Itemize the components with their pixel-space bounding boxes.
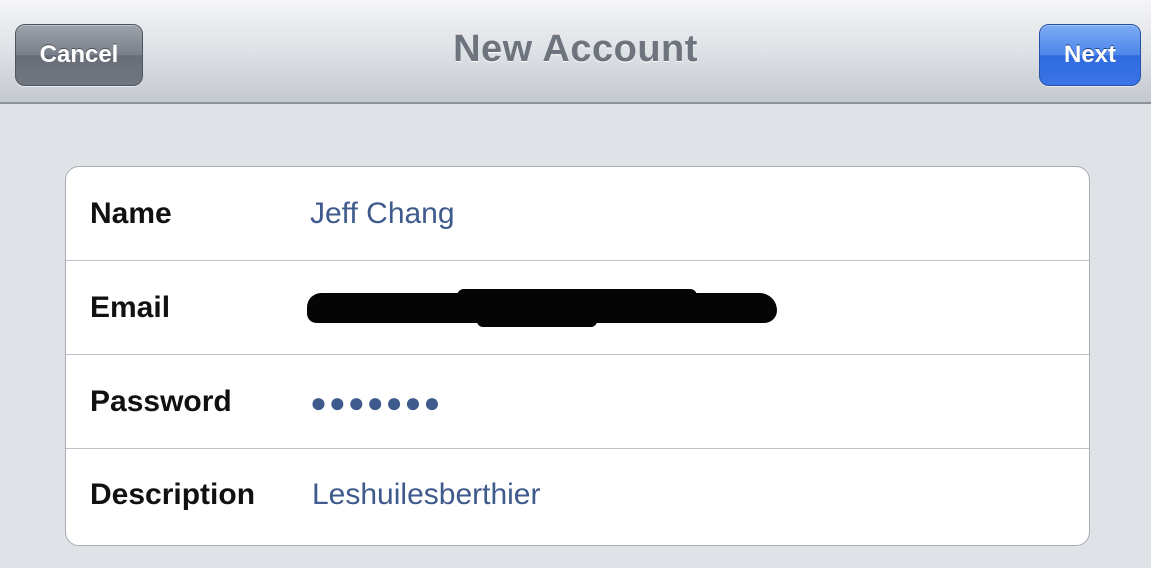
description-row[interactable]: Description Leshuilesberthier [66,449,1089,541]
email-label: Email [90,290,171,324]
description-field[interactable]: Leshuilesberthier [312,449,540,541]
name-field[interactable]: Jeff Chang [310,167,455,260]
next-button[interactable]: Next [1039,24,1141,86]
password-label: Password [90,384,232,418]
navigation-bar: Cancel New Account Next [0,0,1151,104]
page-title: New Account [453,28,698,70]
email-redaction [307,289,777,327]
description-label: Description [90,478,256,511]
password-row[interactable]: Password ●●●●●●● [66,355,1089,449]
account-form: Name Jeff Chang Email Password ●●●●●●● D… [65,166,1090,546]
name-label: Name [90,196,172,230]
password-field[interactable]: ●●●●●●● [310,356,442,449]
name-row[interactable]: Name Jeff Chang [66,167,1089,261]
email-row[interactable]: Email [66,261,1089,355]
